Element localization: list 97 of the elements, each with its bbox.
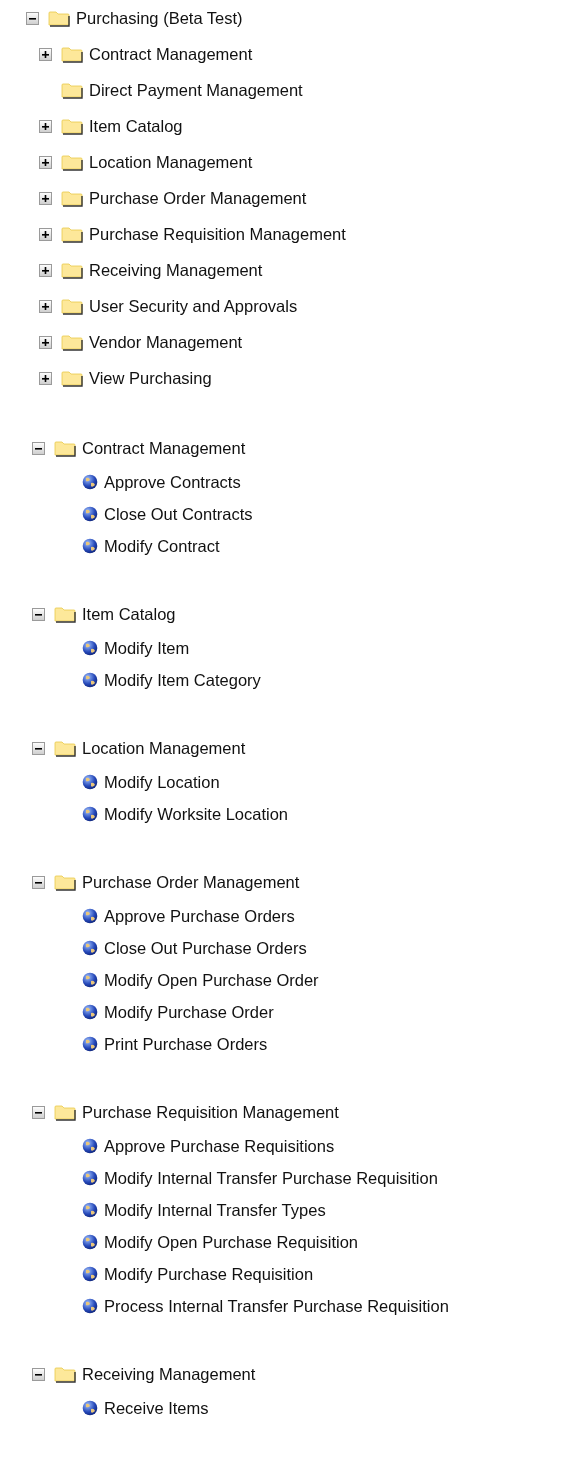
expand-button[interactable] xyxy=(39,263,52,277)
folder-label[interactable]: Receiving Management xyxy=(89,260,263,280)
page-link[interactable]: Modify Purchase Order xyxy=(104,1002,274,1022)
folder-icon xyxy=(61,225,83,243)
folder-icon xyxy=(54,1365,76,1383)
page-link[interactable]: Print Purchase Orders xyxy=(104,1034,268,1054)
globe-icon xyxy=(82,1202,98,1218)
folder-icon xyxy=(61,45,83,63)
globe-icon xyxy=(82,774,98,790)
page-link[interactable]: Approve Contracts xyxy=(104,472,241,492)
collapse-button[interactable] xyxy=(32,1367,45,1381)
folder-icon xyxy=(54,739,76,757)
folder-icon xyxy=(54,1103,76,1121)
globe-icon xyxy=(82,972,98,988)
plus-icon xyxy=(41,193,50,203)
collapse-button[interactable] xyxy=(32,441,45,455)
globe-icon xyxy=(82,908,98,924)
folder-icon xyxy=(54,605,76,623)
expand-button[interactable] xyxy=(39,335,52,349)
collapse-button[interactable] xyxy=(32,741,45,755)
expand-button[interactable] xyxy=(39,47,52,61)
folder-label[interactable]: Receiving Management xyxy=(82,1364,256,1384)
expand-button[interactable] xyxy=(39,119,52,133)
plus-icon xyxy=(41,265,50,275)
folder-icon xyxy=(61,153,83,171)
page-link[interactable]: Receive Items xyxy=(104,1398,209,1418)
globe-icon xyxy=(82,1036,98,1052)
page-link[interactable]: Process Internal Transfer Purchase Requisition xyxy=(104,1296,449,1316)
page-link[interactable]: Modify Worksite Location xyxy=(104,804,289,824)
folder-label[interactable]: Contract Management xyxy=(89,44,253,64)
plus-icon xyxy=(41,157,50,167)
globe-icon xyxy=(82,1298,98,1314)
globe-icon xyxy=(82,940,98,956)
plus-icon xyxy=(41,301,50,311)
expand-button[interactable] xyxy=(39,299,52,313)
plus-icon xyxy=(41,121,50,131)
page-link[interactable]: Modify Location xyxy=(104,772,220,792)
folder-label[interactable]: Purchasing (Beta Test) xyxy=(76,8,243,28)
collapse-button[interactable] xyxy=(32,1105,45,1119)
globe-icon xyxy=(82,506,98,522)
expand-button[interactable] xyxy=(39,191,52,205)
folder-label[interactable]: Vendor Management xyxy=(89,332,243,352)
page-link[interactable]: Close Out Purchase Orders xyxy=(104,938,307,958)
globe-icon xyxy=(82,672,98,688)
folder-icon xyxy=(54,439,76,457)
folder-icon xyxy=(61,333,83,351)
expand-button[interactable] xyxy=(39,155,52,169)
folder-label[interactable]: Location Management xyxy=(82,738,246,758)
page-link[interactable]: Modify Item Category xyxy=(104,670,261,690)
folder-label[interactable]: View Purchasing xyxy=(89,368,212,388)
globe-icon xyxy=(82,1170,98,1186)
folder-label[interactable]: Contract Management xyxy=(82,438,246,458)
globe-icon xyxy=(82,1004,98,1020)
page-link[interactable]: Modify Internal Transfer Purchase Requisition xyxy=(104,1168,438,1188)
folder-icon xyxy=(48,9,70,27)
plus-icon xyxy=(41,373,50,383)
folder-label[interactable]: User Security and Approvals xyxy=(89,296,298,316)
folder-icon xyxy=(61,189,83,207)
folder-label[interactable]: Direct Payment Management xyxy=(89,80,303,100)
page-link[interactable]: Modify Open Purchase Order xyxy=(104,970,319,990)
globe-icon xyxy=(82,1234,98,1250)
folder-label[interactable]: Item Catalog xyxy=(82,604,176,624)
page-link[interactable]: Approve Purchase Orders xyxy=(104,906,295,926)
plus-icon xyxy=(41,229,50,239)
globe-icon xyxy=(82,538,98,554)
globe-icon xyxy=(82,1266,98,1282)
folder-icon xyxy=(54,873,76,891)
collapse-button[interactable] xyxy=(32,875,45,889)
folder-label[interactable]: Purchase Requisition Management xyxy=(82,1102,339,1122)
folder-icon xyxy=(61,81,83,99)
plus-icon xyxy=(41,49,50,59)
page-link[interactable]: Modify Contract xyxy=(104,536,220,556)
globe-icon xyxy=(82,474,98,490)
page-link[interactable]: Modify Purchase Requisition xyxy=(104,1264,314,1284)
folder-label[interactable]: Purchase Requisition Management xyxy=(89,224,346,244)
folder-label[interactable]: Location Management xyxy=(89,152,253,172)
folder-label[interactable]: Purchase Order Management xyxy=(89,188,307,208)
globe-icon xyxy=(82,1138,98,1154)
folder-icon xyxy=(61,369,83,387)
expand-button[interactable] xyxy=(39,371,52,385)
folder-icon xyxy=(61,297,83,315)
globe-icon xyxy=(82,806,98,822)
page-link[interactable]: Modify Item xyxy=(104,638,190,658)
collapse-button[interactable] xyxy=(32,607,45,621)
folder-icon xyxy=(61,261,83,279)
globe-icon xyxy=(82,1400,98,1416)
folder-icon xyxy=(61,117,83,135)
folder-label[interactable]: Item Catalog xyxy=(89,116,183,136)
page-link[interactable]: Modify Open Purchase Requisition xyxy=(104,1232,359,1252)
plus-icon xyxy=(41,337,50,347)
page-link[interactable]: Approve Purchase Requisitions xyxy=(104,1136,335,1156)
page-link[interactable]: Close Out Contracts xyxy=(104,504,253,524)
expand-button[interactable] xyxy=(39,227,52,241)
collapse-button[interactable] xyxy=(26,11,39,25)
folder-label[interactable]: Purchase Order Management xyxy=(82,872,300,892)
page-link[interactable]: Modify Internal Transfer Types xyxy=(104,1200,326,1220)
globe-icon xyxy=(82,640,98,656)
